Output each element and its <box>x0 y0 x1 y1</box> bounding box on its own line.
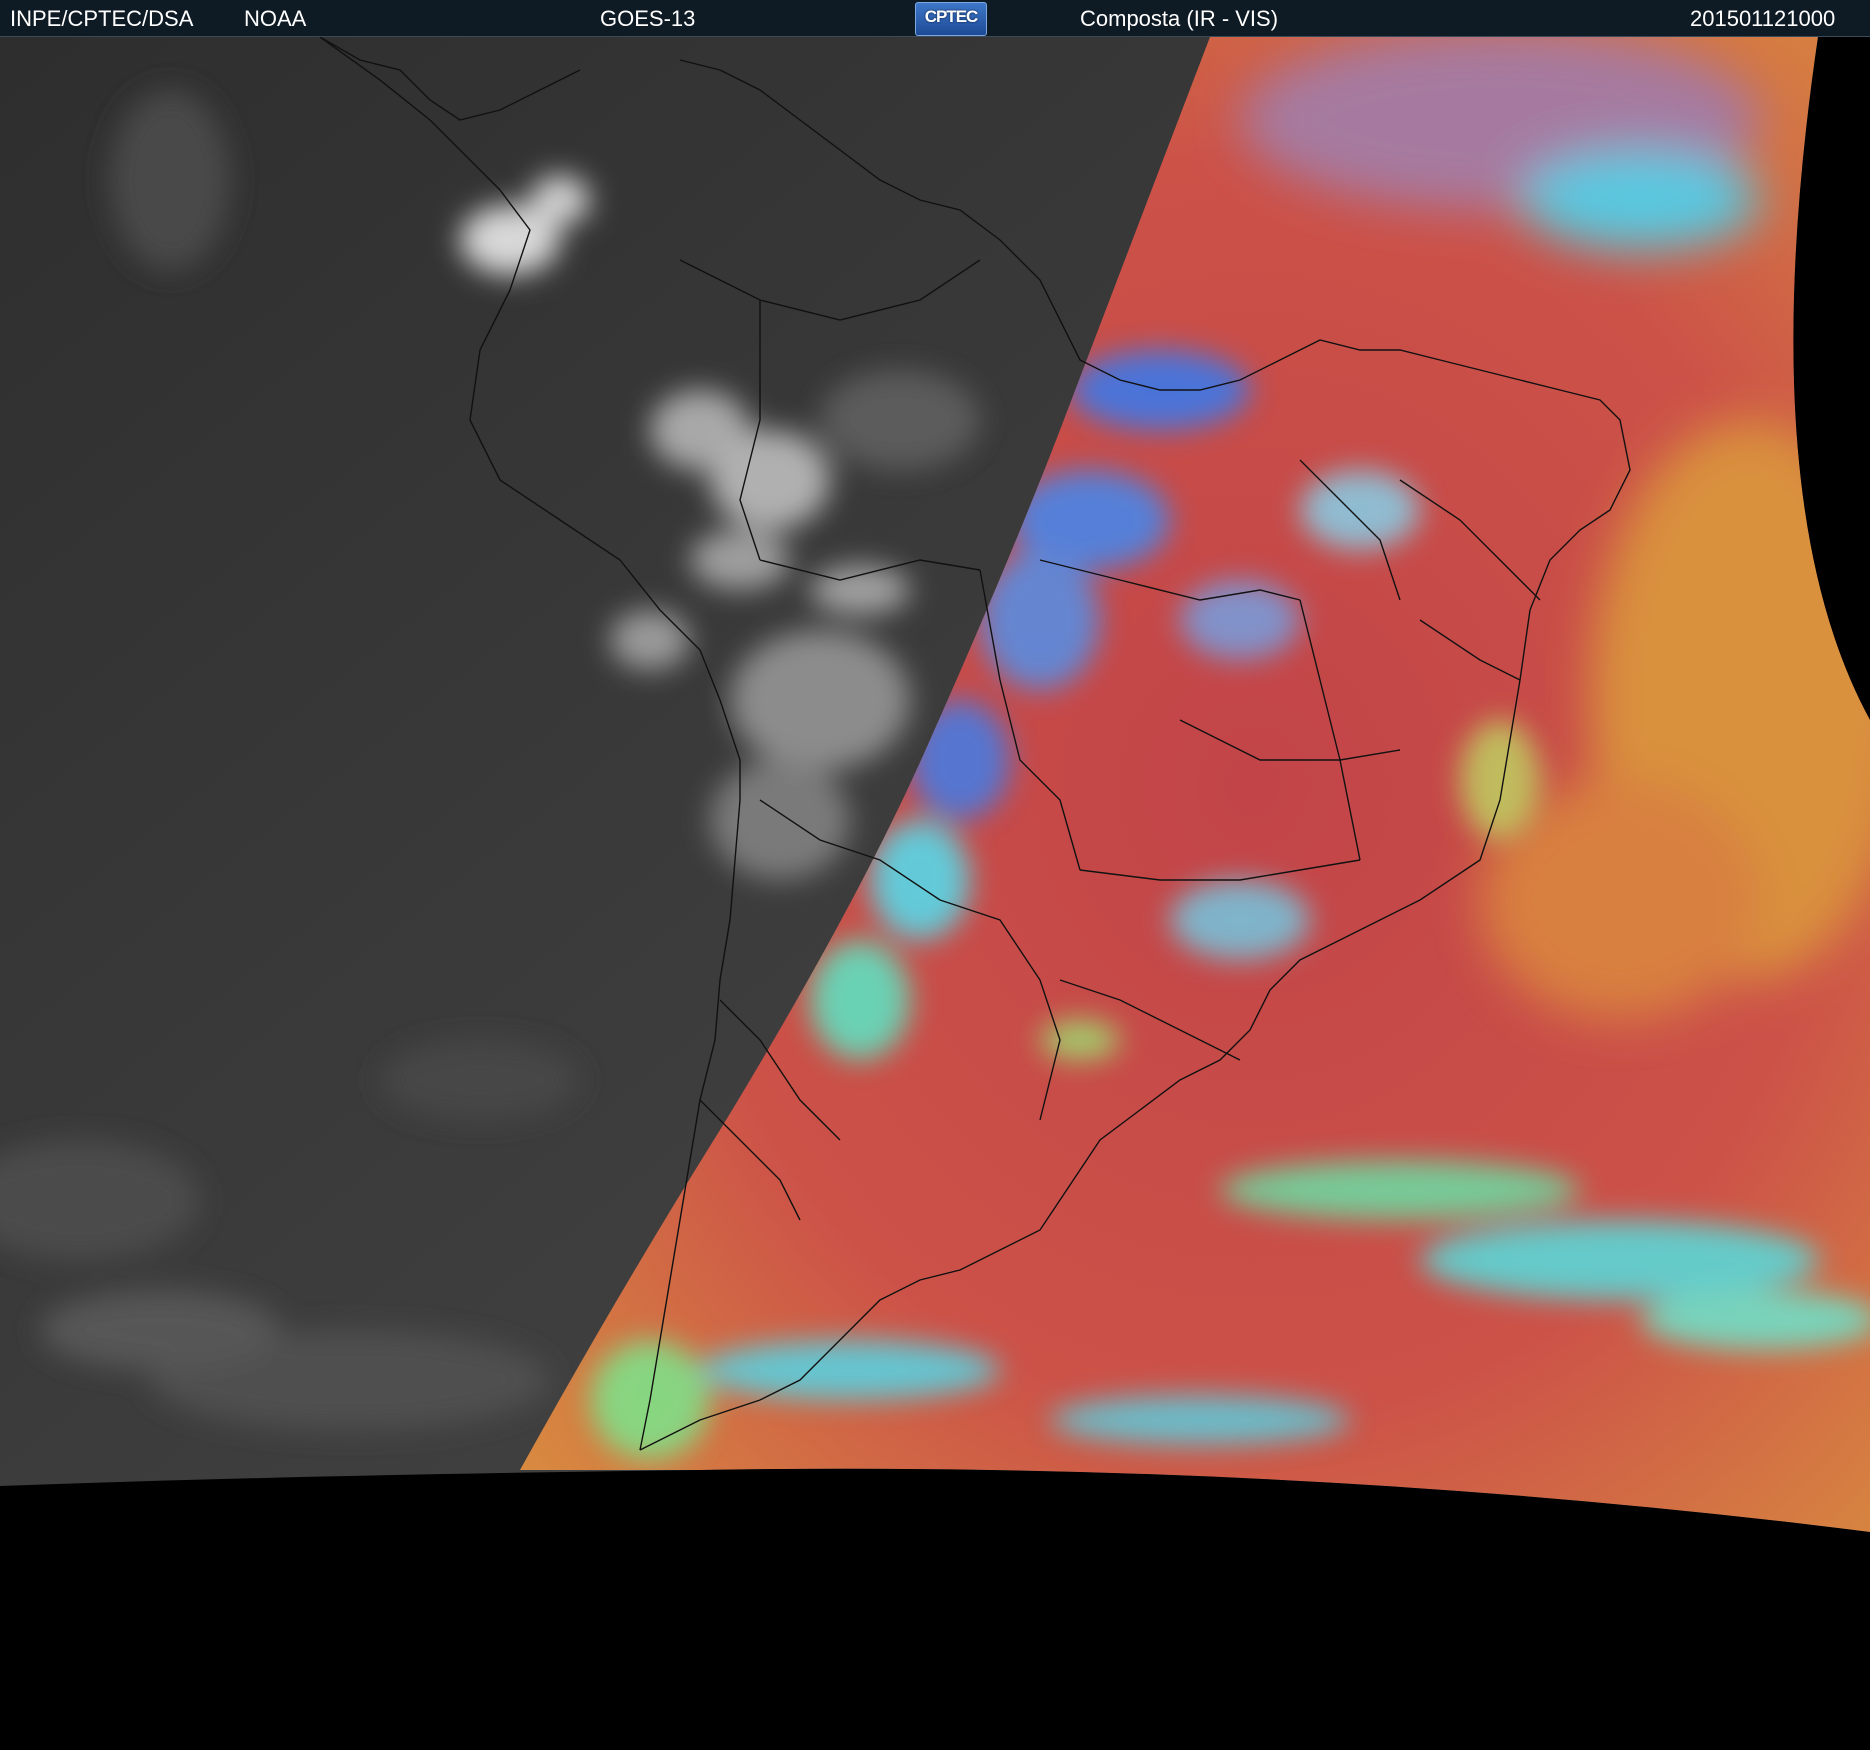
product-label: Composta (IR - VIS) <box>1080 6 1279 31</box>
header-bar: INPE/CPTEC/DSA NOAA GOES-13 CPTEC Compos… <box>0 0 1870 37</box>
satellite-imagery <box>0 37 1870 1750</box>
provider-label: NOAA <box>244 6 307 31</box>
earth-disc <box>0 37 1870 1532</box>
satellite-image-frame: INPE/CPTEC/DSA NOAA GOES-13 CPTEC Compos… <box>0 0 1870 1750</box>
agency-label: INPE/CPTEC/DSA <box>10 6 194 31</box>
cptec-logo: CPTEC <box>915 2 987 36</box>
cptec-logo-text: CPTEC <box>924 7 979 26</box>
satellite-label: GOES-13 <box>600 6 696 31</box>
timestamp-label: 201501121000 <box>1690 6 1836 31</box>
